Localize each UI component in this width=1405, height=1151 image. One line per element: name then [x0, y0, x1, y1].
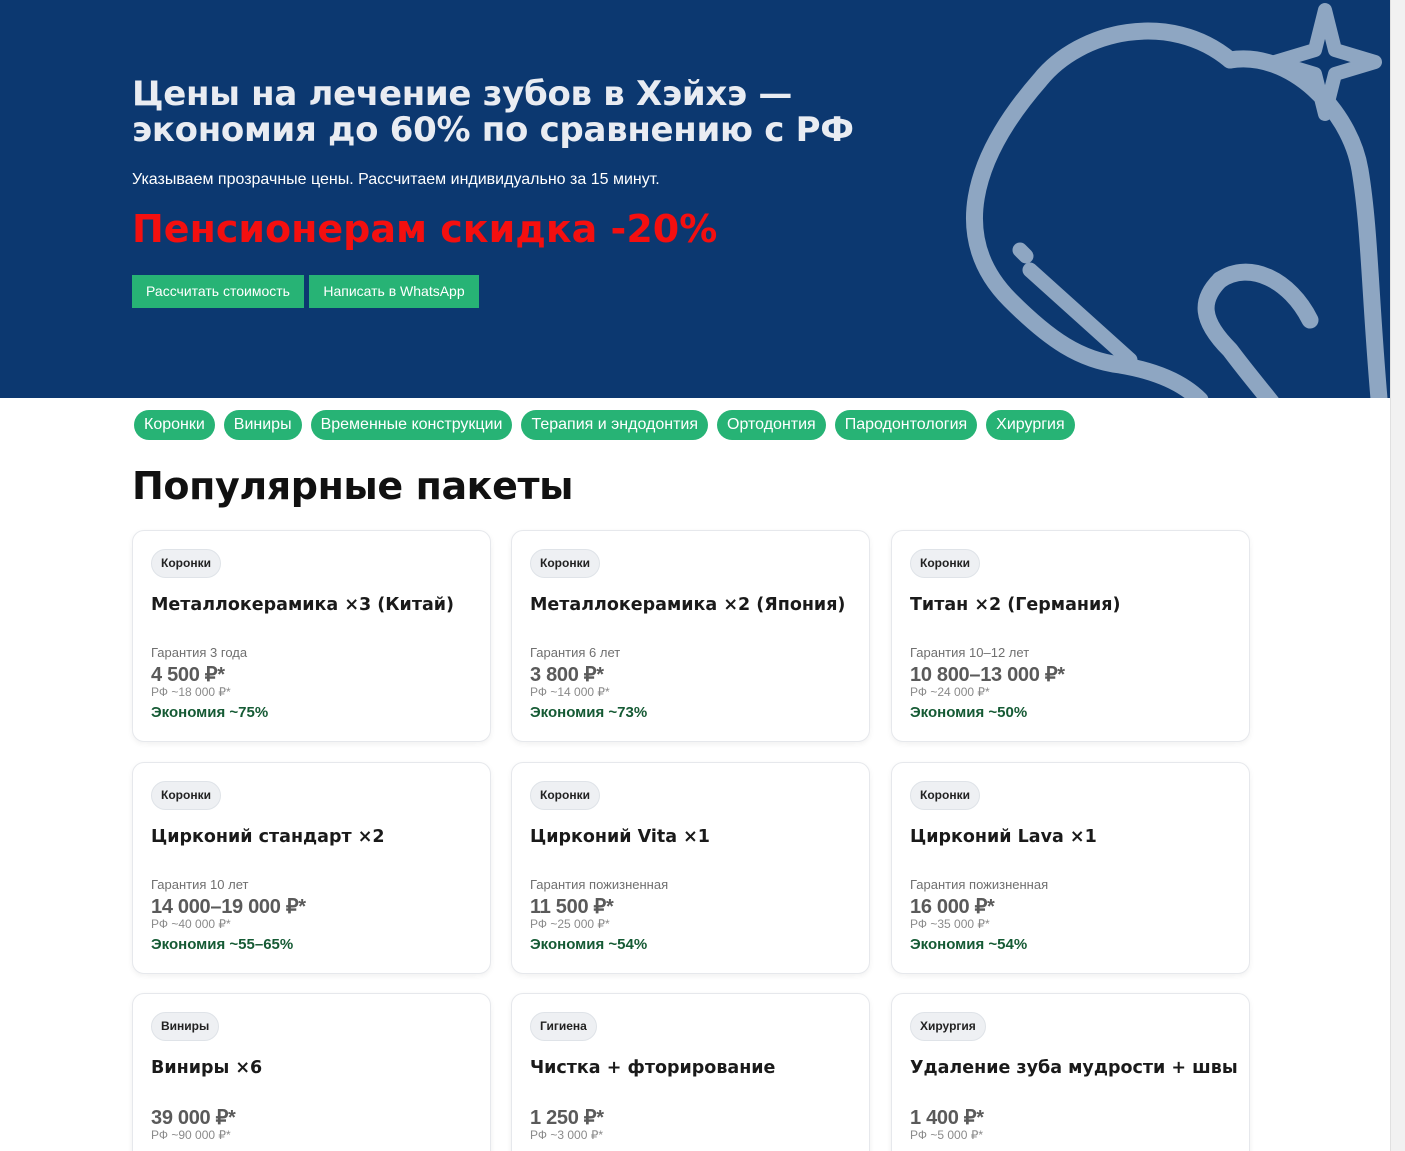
package-title: Чистка + фторирование [530, 1058, 776, 1078]
package-card[interactable]: Коронки Металлокерамика ×3 (Китай) Гаран… [132, 530, 491, 742]
package-rf-price: РФ ~40 000 ₽* [151, 917, 231, 931]
package-card[interactable]: Коронки Цирконий Lava ×1 Гарантия пожизн… [891, 762, 1250, 974]
category-chip-therapy[interactable]: Терапия и эндодонтия [521, 410, 709, 440]
package-savings: Экономия ~73% [530, 704, 648, 721]
hero-title: Цены на лечение зубов в Хэйхэ — экономия… [132, 76, 892, 148]
package-warranty: Гарантия пожизненная [530, 877, 669, 892]
package-price: 11 500 ₽* [530, 896, 614, 918]
package-warranty: Гарантия 10 лет [151, 877, 249, 892]
package-title: Цирконий Lava ×1 [910, 827, 1097, 847]
package-price: 4 500 ₽* [151, 664, 225, 686]
category-chip-periodontics[interactable]: Пародонтология [834, 410, 978, 440]
package-rf-price: РФ ~35 000 ₽* [910, 917, 990, 931]
package-warranty: Гарантия пожизненная [910, 877, 1049, 892]
hero-title-line-2: экономия до 60% по сравнению с РФ [132, 110, 854, 150]
package-title: Цирконий стандарт ×2 [151, 827, 385, 847]
package-title: Металлокерамика ×2 (Япония) [530, 595, 846, 615]
page: Цены на лечение зубов в Хэйхэ — экономия… [0, 0, 1405, 1151]
package-rf-price: РФ ~24 000 ₽* [910, 685, 990, 699]
package-price: 10 800–13 000 ₽* [910, 664, 1065, 686]
package-savings: Экономия ~75% [151, 704, 269, 721]
package-tag: Коронки [530, 781, 600, 810]
hero-title-line-1: Цены на лечение зубов в Хэйхэ — [132, 74, 793, 114]
whatsapp-button[interactable]: Написать в WhatsApp [309, 275, 479, 308]
category-chip-crowns[interactable]: Коронки [134, 410, 215, 440]
package-warranty: Гарантия 3 года [151, 645, 248, 660]
scrollbar[interactable] [1390, 0, 1405, 1151]
calculate-cost-button[interactable]: Рассчитать стоимость [132, 275, 304, 308]
package-card[interactable]: Коронки Цирконий стандарт ×2 Гарантия 10… [132, 762, 491, 974]
package-tag: Коронки [151, 549, 221, 578]
package-price: 1 250 ₽* [530, 1107, 604, 1129]
category-chip-veneers[interactable]: Виниры [223, 410, 302, 440]
package-tag: Виниры [151, 1012, 220, 1041]
package-tag: Хирургия [910, 1012, 986, 1041]
package-card[interactable]: Коронки Титан ×2 (Германия) Гарантия 10–… [891, 530, 1250, 742]
package-savings: Экономия ~50% [910, 704, 1028, 721]
package-warranty: Гарантия 6 лет [530, 645, 621, 660]
package-warranty: Гарантия 10–12 лет [910, 645, 1030, 660]
package-tag: Коронки [910, 549, 980, 578]
package-price: 39 000 ₽* [151, 1107, 236, 1129]
package-tag: Коронки [151, 781, 221, 810]
package-savings: Экономия ~54% [530, 936, 648, 953]
package-card[interactable]: Хирургия Удаление зуба мудрости + швы 1 … [891, 993, 1250, 1151]
package-rf-price: РФ ~90 000 ₽* [151, 1128, 231, 1142]
package-rf-price: РФ ~3 000 ₽* [530, 1128, 604, 1142]
pensioner-discount-banner: Пенсионерам скидка -20% [132, 207, 718, 251]
hero-banner: Цены на лечение зубов в Хэйхэ — экономия… [0, 0, 1390, 398]
package-savings: Экономия ~54% [910, 936, 1028, 953]
package-title: Титан ×2 (Германия) [910, 595, 1121, 615]
category-chip-orthodontics[interactable]: Ортодонтия [717, 410, 826, 440]
package-card[interactable]: Коронки Металлокерамика ×2 (Япония) Гара… [511, 530, 870, 742]
category-chip-temporary[interactable]: Временные конструкции [310, 410, 513, 440]
package-title: Виниры ×6 [151, 1058, 263, 1078]
package-title: Цирконий Vita ×1 [530, 827, 710, 847]
package-price: 3 800 ₽* [530, 664, 604, 686]
package-title: Металлокерамика ×3 (Китай) [151, 595, 455, 615]
package-tag: Гигиена [530, 1012, 597, 1041]
package-rf-price: РФ ~25 000 ₽* [530, 917, 610, 931]
package-rf-price: РФ ~14 000 ₽* [530, 685, 610, 699]
package-price: 14 000–19 000 ₽* [151, 896, 306, 918]
package-rf-price: РФ ~18 000 ₽* [151, 685, 231, 699]
tooth-sparkle-icon [965, 3, 1388, 398]
package-tag: Коронки [530, 549, 600, 578]
category-chip-surgery[interactable]: Хирургия [986, 410, 1075, 440]
package-title: Удаление зуба мудрости + швы [910, 1058, 1238, 1078]
package-price: 16 000 ₽* [910, 896, 995, 918]
package-price: 1 400 ₽* [910, 1107, 984, 1129]
package-rf-price: РФ ~5 000 ₽* [910, 1128, 984, 1142]
category-filter: Коронки Виниры Временные конструкции Тер… [134, 410, 1075, 440]
package-tag: Коронки [910, 781, 980, 810]
package-card[interactable]: Виниры Виниры ×6 39 000 ₽* РФ ~90 000 ₽* [132, 993, 491, 1151]
package-savings: Экономия ~55–65% [151, 936, 294, 953]
popular-packages-title: Популярные пакеты [132, 464, 574, 508]
package-card[interactable]: Гигиена Чистка + фторирование 1 250 ₽* Р… [511, 993, 870, 1151]
hero-subtitle: Указываем прозрачные цены. Рассчитаем ин… [132, 171, 660, 188]
package-card[interactable]: Коронки Цирконий Vita ×1 Гарантия пожизн… [511, 762, 870, 974]
